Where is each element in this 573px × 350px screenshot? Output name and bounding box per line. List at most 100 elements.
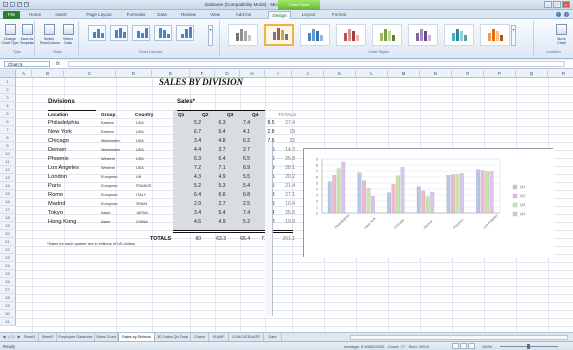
page-break-view-button[interactable] — [468, 343, 475, 349]
bar-q3[interactable] — [366, 188, 371, 214]
plot-area[interactable] — [321, 158, 501, 214]
clustered-column-chart[interactable]: 0123456789Philadelphia New York Chicago Den… — [304, 149, 554, 258]
bar-q4[interactable] — [341, 161, 346, 214]
chart-style-7[interactable] — [444, 24, 474, 46]
chart-style-5[interactable] — [372, 24, 402, 46]
bar-q3[interactable] — [336, 168, 341, 214]
tab-format[interactable]: Format — [327, 11, 351, 19]
bar-q2[interactable] — [362, 180, 366, 214]
sheet-tab-sales-chart[interactable]: Sales Chart — [95, 333, 118, 341]
row-header-8[interactable]: 8 — [0, 134, 16, 142]
bar-q2[interactable] — [480, 170, 485, 214]
change-chart-type-button[interactable]: Change Chart Type — [1, 24, 19, 49]
row-header-24[interactable]: 24 — [0, 262, 16, 270]
column-header-j[interactable]: J — [292, 70, 324, 78]
close-button[interactable]: × — [562, 1, 570, 8]
chart-styles-gallery-scroll[interactable]: ▾ — [511, 25, 516, 46]
next-sheet-icon[interactable]: ▷ — [12, 334, 16, 339]
sheet-tab-sales-by-division[interactable]: Sales by Division — [118, 333, 155, 341]
tab-formulas[interactable]: Formulas — [123, 11, 149, 19]
chart-style-1[interactable] — [228, 24, 258, 46]
tab-layout[interactable]: Layout — [297, 11, 320, 19]
formula-input[interactable] — [68, 61, 565, 67]
row-header-23[interactable]: 23 — [0, 254, 16, 262]
chart-layout-3[interactable] — [132, 25, 150, 41]
bar-q3[interactable] — [396, 175, 400, 214]
row-header-2[interactable]: 2 — [0, 86, 16, 94]
name-box[interactable]: Chart 5 — [4, 61, 50, 67]
sheet-tab-data[interactable]: Data — [264, 333, 282, 341]
bar-q1[interactable] — [327, 181, 332, 214]
sheet-tab-employee-database[interactable]: Employee Database — [57, 333, 95, 341]
bar-q1[interactable] — [357, 172, 362, 214]
row-header-10[interactable]: 10 — [0, 150, 16, 158]
row-header-18[interactable]: 18 — [0, 214, 16, 222]
switch-row-column-button[interactable]: Switch Row/Column — [40, 24, 60, 49]
chart-style-4[interactable] — [336, 24, 366, 46]
row-header-15[interactable]: 15 — [0, 190, 16, 198]
bar-q3[interactable] — [425, 196, 430, 214]
previous-sheet-icon[interactable]: ◁ — [7, 334, 11, 339]
row-header-12[interactable]: 12 — [0, 166, 16, 174]
column-header-m[interactable]: M — [388, 70, 420, 78]
sheet-tab-sheet1[interactable]: Sheet1 — [21, 333, 39, 341]
row-header-26[interactable]: 26 — [0, 278, 16, 286]
row-header-11[interactable]: 11 — [0, 158, 16, 166]
tab-design[interactable]: Design — [268, 11, 291, 19]
bar-q4[interactable] — [430, 191, 435, 214]
chart-style-8[interactable] — [480, 24, 510, 46]
chart-layout-1[interactable] — [88, 25, 106, 41]
chart-layout-2[interactable] — [110, 25, 128, 41]
chart-style-6[interactable] — [408, 24, 438, 46]
sheet-tab-sheet2[interactable]: Sheet2 — [39, 333, 57, 341]
row-header-5[interactable]: 5 — [0, 110, 16, 118]
column-header-c[interactable]: C — [64, 70, 116, 78]
row-header-16[interactable]: 16 — [0, 198, 16, 206]
row-header-3[interactable]: 3 — [0, 94, 16, 102]
select-data-button[interactable]: Select Data — [59, 24, 77, 49]
tab-page-layout[interactable]: Page Layout — [82, 11, 116, 19]
column-header-q[interactable]: Q — [516, 70, 548, 78]
bar-q1[interactable] — [476, 169, 480, 214]
bar-q2[interactable] — [421, 190, 426, 214]
column-header-k[interactable]: K — [324, 70, 356, 78]
tab-data[interactable]: Data — [154, 11, 170, 19]
sheet-tab-charts[interactable]: Charts — [191, 333, 209, 341]
bar-q3[interactable] — [485, 171, 489, 214]
tab-view[interactable]: View — [206, 11, 224, 19]
bar-q1[interactable] — [416, 186, 421, 214]
row-header-30[interactable]: 30 — [0, 310, 16, 318]
undo-icon[interactable]: ↶ — [17, 2, 22, 7]
tab-home[interactable]: Home — [25, 11, 45, 19]
sheet-tab-concatenate[interactable]: CONCATENATE — [229, 333, 264, 341]
row-header-17[interactable]: 17 — [0, 206, 16, 214]
row-header-29[interactable]: 29 — [0, 302, 16, 310]
column-header-p[interactable]: P — [484, 70, 516, 78]
row-header-31[interactable]: 31 — [0, 318, 16, 326]
row-header-14[interactable]: 14 — [0, 182, 16, 190]
normal-view-button[interactable] — [452, 343, 459, 349]
fx-icon[interactable]: fx — [56, 61, 60, 67]
zoom-slider-thumb[interactable] — [527, 344, 530, 349]
select-all-corner[interactable] — [0, 70, 16, 78]
move-chart-button[interactable]: Move Chart — [555, 24, 568, 47]
row-header-19[interactable]: 19 — [0, 222, 16, 230]
bar-q2[interactable] — [332, 175, 337, 214]
column-header-l[interactable]: L — [356, 70, 388, 78]
bar-q2[interactable] — [451, 174, 455, 214]
column-header-r[interactable]: R — [548, 70, 573, 78]
bar-q3[interactable] — [455, 173, 460, 214]
help-icon[interactable]: ? — [564, 12, 569, 17]
chart-layout-5[interactable] — [176, 25, 194, 41]
bar-q2[interactable] — [391, 184, 396, 214]
column-header-n[interactable]: N — [420, 70, 452, 78]
row-header-28[interactable]: 28 — [0, 294, 16, 302]
tab-file[interactable]: File — [3, 11, 20, 19]
sheet-tab-3d-sales-qtr-data[interactable]: 3D Sales Qtr Data — [155, 333, 191, 341]
column-header-b[interactable]: B — [32, 70, 64, 78]
row-header-7[interactable]: 7 — [0, 126, 16, 134]
column-header-a[interactable]: A — [16, 70, 32, 78]
minimize-button[interactable]: – — [544, 1, 552, 8]
column-header-o[interactable]: O — [452, 70, 484, 78]
tab-add-ins[interactable]: Add-Ins — [231, 11, 256, 19]
